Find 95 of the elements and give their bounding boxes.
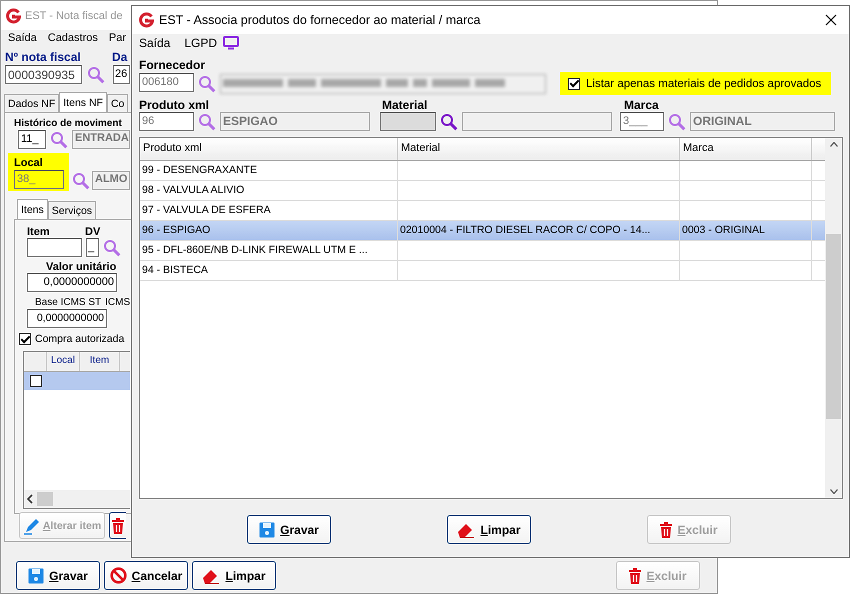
trash-icon bbox=[629, 568, 642, 584]
tab[interactable]: Co bbox=[106, 94, 128, 112]
window-title: EST - Associa produtos do fornecedor ao material / marca bbox=[159, 13, 480, 27]
column-header[interactable]: Item bbox=[80, 352, 120, 371]
save-button[interactable]: Gravar bbox=[16, 561, 100, 590]
checkbox[interactable] bbox=[568, 78, 580, 90]
menu-item[interactable]: Cadastros bbox=[48, 32, 98, 44]
floppy-icon bbox=[28, 568, 44, 584]
field-label: ICMS bbox=[105, 297, 130, 308]
delete-button[interactable] bbox=[109, 512, 126, 539]
search-icon[interactable] bbox=[50, 130, 68, 148]
table-row[interactable]: 94 - BISTECA bbox=[140, 261, 825, 281]
search-icon[interactable] bbox=[198, 74, 216, 92]
close-icon[interactable] bbox=[825, 14, 837, 26]
item-field[interactable] bbox=[27, 238, 82, 257]
column-header[interactable]: Marca bbox=[680, 138, 812, 160]
table-cell: 98 - VALVULA ALIVIO bbox=[140, 181, 398, 200]
field-label: Da bbox=[112, 50, 128, 64]
menu-item[interactable]: Saída bbox=[139, 36, 170, 50]
prohibited-icon bbox=[110, 567, 127, 584]
field-label: Marca bbox=[624, 98, 659, 112]
column-header[interactable]: Produto xml bbox=[140, 138, 398, 160]
vertical-scrollbar[interactable] bbox=[825, 138, 842, 498]
menu-item[interactable]: Saída bbox=[8, 32, 37, 44]
table-row[interactable]: 96 - ESPIGAO 02010004 - FILTRO DIESEL RACOR C/ COPO - 14... 0003 - ORIGINAL bbox=[140, 221, 825, 241]
cancel-button[interactable]: Cancelar bbox=[104, 561, 188, 590]
date-field[interactable]: 26 bbox=[113, 65, 130, 84]
checkbox-label: Listar apenas materiais de pedidos aprovados bbox=[586, 78, 822, 90]
logo-icon bbox=[138, 12, 154, 28]
field-label: Nº nota fiscal bbox=[5, 50, 82, 64]
field-label: Valor unitário bbox=[46, 261, 116, 273]
description-field: ALMO bbox=[92, 171, 130, 190]
tab[interactable]: Dados NF bbox=[4, 94, 60, 112]
material-code-field[interactable] bbox=[380, 112, 436, 131]
invoice-number-field[interactable]: 0000390935 bbox=[5, 65, 82, 84]
logo-icon bbox=[5, 8, 21, 24]
product-code-field[interactable]: 96 bbox=[139, 112, 194, 131]
checkbox[interactable] bbox=[19, 333, 31, 345]
field-label: Fornecedor bbox=[139, 58, 206, 72]
unit-price-field[interactable]: 0,0000000000 bbox=[27, 273, 117, 292]
tab[interactable]: Serviços bbox=[48, 201, 96, 219]
save-button[interactable]: Gravar bbox=[247, 515, 331, 544]
description-field: ESPIGAO bbox=[220, 112, 370, 131]
column-header[interactable]: Material bbox=[398, 138, 680, 160]
window-title: EST - Nota fiscal de bbox=[25, 10, 123, 22]
field-label: Item bbox=[27, 226, 51, 238]
clear-button[interactable]: Limpar bbox=[192, 561, 276, 590]
code-field[interactable]: 11_ bbox=[18, 130, 46, 149]
search-icon[interactable] bbox=[103, 238, 121, 256]
search-icon[interactable] bbox=[668, 112, 686, 130]
horizontal-scrollbar[interactable] bbox=[24, 490, 130, 508]
brand-code-field[interactable]: 3___ bbox=[620, 112, 664, 131]
column-header[interactable]: Local bbox=[47, 352, 80, 371]
clear-button[interactable]: Limpar bbox=[447, 515, 531, 544]
table-cell: 97 - VALVULA DE ESFERA bbox=[140, 201, 398, 220]
field-label: DV bbox=[85, 226, 100, 238]
field-label: Produto xml bbox=[139, 98, 210, 112]
search-icon[interactable] bbox=[440, 112, 458, 130]
field-label: Histórico de moviment bbox=[14, 118, 122, 129]
field-label: Local bbox=[14, 157, 43, 169]
eraser-icon bbox=[457, 522, 476, 538]
table-cell: 99 - DESENGRAXANTE bbox=[140, 161, 398, 180]
checkbox[interactable] bbox=[30, 375, 42, 387]
supplier-code-field[interactable]: 006180 bbox=[139, 73, 194, 92]
check-digit-field[interactable]: _ bbox=[86, 238, 99, 257]
icms-base-field[interactable]: 0,0000000000 bbox=[27, 309, 107, 328]
grid-row[interactable] bbox=[24, 372, 130, 390]
search-icon[interactable] bbox=[87, 66, 105, 84]
field-label: Base ICMS ST bbox=[35, 297, 102, 308]
checkbox-label: Compra autorizada bbox=[35, 333, 124, 345]
eraser-icon bbox=[202, 568, 220, 584]
code-field[interactable]: 38_ bbox=[14, 170, 64, 189]
field-label: Material bbox=[382, 98, 428, 112]
table-row[interactable]: 98 - VALVULA ALIVIO bbox=[140, 181, 825, 201]
table-cell: 0003 - ORIGINAL bbox=[680, 221, 812, 240]
description-field: ENTRADA bbox=[72, 130, 130, 149]
table-row[interactable]: 95 - DFL-860E/NB D-LINK FIREWALL UTM E ... bbox=[140, 241, 825, 261]
table-row[interactable]: 99 - DESENGRAXANTE bbox=[140, 161, 825, 181]
table-cell: 96 - ESPIGAO bbox=[140, 221, 398, 240]
tab[interactable]: Itens NF bbox=[59, 92, 107, 112]
tab[interactable]: Itens bbox=[17, 199, 48, 219]
search-icon[interactable] bbox=[72, 172, 90, 190]
menu-item[interactable]: Par bbox=[108, 32, 126, 44]
table-cell: 95 - DFL-860E/NB D-LINK FIREWALL UTM E ... bbox=[140, 241, 398, 260]
trash-icon bbox=[112, 518, 124, 534]
table-cell: 94 - BISTECA bbox=[140, 261, 398, 280]
floppy-icon bbox=[259, 522, 276, 538]
pencil-icon bbox=[22, 516, 41, 534]
scrollbar-thumb[interactable] bbox=[37, 492, 53, 506]
description-field: ORIGINAL bbox=[690, 112, 835, 131]
trash-icon bbox=[660, 522, 672, 538]
menu-item[interactable]: LGPD bbox=[184, 36, 218, 50]
monitor-icon[interactable] bbox=[223, 36, 240, 50]
search-icon[interactable] bbox=[198, 112, 216, 130]
table-cell: 02010004 - FILTRO DIESEL RACOR C/ COPO - 14... bbox=[398, 221, 680, 240]
